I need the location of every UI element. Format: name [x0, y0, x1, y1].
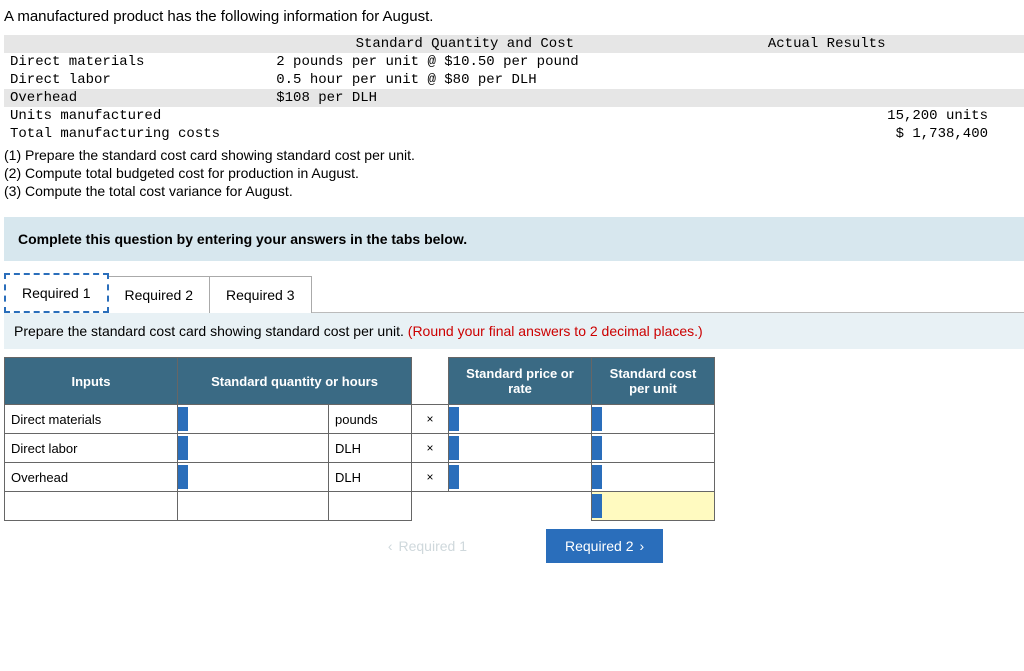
answer-table: Inputs Standard quantity or hours Standa… — [4, 357, 715, 521]
input-handle-icon — [592, 465, 602, 489]
tab-hint: (Round your final answers to 2 decimal p… — [408, 323, 703, 339]
table-row: Overhead $108 per DLH — [4, 89, 1024, 107]
multiply-icon: × — [412, 463, 449, 492]
th-standard-price-rate: Standard price or rate — [449, 358, 592, 405]
multiply-icon: × — [412, 434, 449, 463]
qty-input-cell[interactable] — [178, 405, 329, 434]
qty-input-cell[interactable] — [178, 463, 329, 492]
unit-label: DLH — [329, 434, 412, 463]
input-handle-icon — [592, 407, 602, 431]
instructions: (1) Prepare the standard cost card showi… — [4, 147, 1024, 199]
total-label-cell — [5, 492, 178, 521]
row-std — [270, 107, 659, 125]
tab-prompt: Prepare the standard cost card showing s… — [14, 323, 408, 339]
rate-input-cell[interactable] — [449, 405, 592, 434]
answer-total-row — [5, 492, 715, 521]
table-row: Direct labor 0.5 hour per unit @ $80 per… — [4, 71, 1024, 89]
row-actual — [659, 71, 1024, 89]
cost-input-cell[interactable] — [592, 434, 715, 463]
next-button-label: Required 2 — [565, 538, 634, 554]
row-input-label: Direct labor — [5, 434, 178, 463]
table-row: Units manufactured 15,200 units — [4, 107, 1024, 125]
row-actual: 15,200 units — [659, 107, 1024, 125]
row-actual — [659, 89, 1024, 107]
row-label: Overhead — [4, 89, 270, 107]
answer-row: Direct labor DLH × — [5, 434, 715, 463]
row-input-label: Overhead — [5, 463, 178, 492]
rate-input-cell[interactable] — [449, 463, 592, 492]
info-table: Standard Quantity and Cost Actual Result… — [4, 35, 1024, 143]
answer-area: Inputs Standard quantity or hours Standa… — [4, 349, 1024, 575]
input-handle-icon — [449, 407, 459, 431]
row-actual — [659, 53, 1024, 71]
table-row: Direct materials 2 pounds per unit @ $10… — [4, 53, 1024, 71]
chevron-left-icon: ‹ — [388, 538, 393, 554]
tab-content: Prepare the standard cost card showing s… — [4, 312, 1024, 349]
input-handle-icon — [178, 465, 188, 489]
total-cost-cell[interactable] — [592, 492, 715, 521]
row-label: Direct labor — [4, 71, 270, 89]
th-inputs: Inputs — [5, 358, 178, 405]
tab-required-3[interactable]: Required 3 — [209, 276, 312, 313]
header-standard: Standard Quantity and Cost — [270, 35, 659, 53]
cost-input-cell[interactable] — [592, 463, 715, 492]
complete-banner: Complete this question by entering your … — [4, 217, 1024, 261]
tab-required-1[interactable]: Required 1 — [4, 273, 109, 313]
empty-cell — [178, 492, 329, 521]
input-handle-icon — [178, 407, 188, 431]
row-std: $108 per DLH — [270, 89, 659, 107]
instruction-line: (3) Compute the total cost variance for … — [4, 183, 1024, 199]
cost-input-cell[interactable] — [592, 405, 715, 434]
rate-input-cell[interactable] — [449, 434, 592, 463]
input-handle-icon — [592, 494, 602, 518]
tab-required-2[interactable]: Required 2 — [108, 276, 211, 313]
header-actual: Actual Results — [659, 35, 1024, 53]
row-actual: $ 1,738,400 — [659, 125, 1024, 143]
row-label: Units manufactured — [4, 107, 270, 125]
input-handle-icon — [178, 436, 188, 460]
input-handle-icon — [592, 436, 602, 460]
row-label: Total manufacturing costs — [4, 125, 270, 143]
row-std: 2 pounds per unit @ $10.50 per pound — [270, 53, 659, 71]
unit-label: DLH — [329, 463, 412, 492]
row-label: Direct materials — [4, 53, 270, 71]
question-intro: A manufactured product has the following… — [4, 8, 1024, 25]
empty-cell — [412, 492, 449, 521]
row-std: 0.5 hour per unit @ $80 per DLH — [270, 71, 659, 89]
nav-row: ‹ Required 1 Required 2 › — [4, 529, 1024, 563]
input-handle-icon — [449, 436, 459, 460]
answer-row: Overhead DLH × — [5, 463, 715, 492]
multiply-icon: × — [412, 405, 449, 434]
th-standard-cost-per-unit: Standard cost per unit — [592, 358, 715, 405]
answer-row: Direct materials pounds × — [5, 405, 715, 434]
table-row: Total manufacturing costs $ 1,738,400 — [4, 125, 1024, 143]
row-input-label: Direct materials — [5, 405, 178, 434]
next-button[interactable]: Required 2 › — [546, 529, 663, 563]
qty-input-cell[interactable] — [178, 434, 329, 463]
th-standard-qty-hours: Standard quantity or hours — [178, 358, 412, 405]
info-header-row: Standard Quantity and Cost Actual Result… — [4, 35, 1024, 53]
tabs: Required 1 Required 2 Required 3 — [4, 273, 1024, 313]
prev-button-label: Required 1 — [399, 538, 468, 554]
unit-label: pounds — [329, 405, 412, 434]
row-std — [270, 125, 659, 143]
empty-cell — [329, 492, 412, 521]
instruction-line: (1) Prepare the standard cost card showi… — [4, 147, 1024, 163]
empty-cell — [449, 492, 592, 521]
prev-button: ‹ Required 1 — [369, 529, 486, 563]
chevron-right-icon: › — [640, 538, 645, 554]
input-handle-icon — [449, 465, 459, 489]
instruction-line: (2) Compute total budgeted cost for prod… — [4, 165, 1024, 181]
answer-header-row: Inputs Standard quantity or hours Standa… — [5, 358, 715, 405]
